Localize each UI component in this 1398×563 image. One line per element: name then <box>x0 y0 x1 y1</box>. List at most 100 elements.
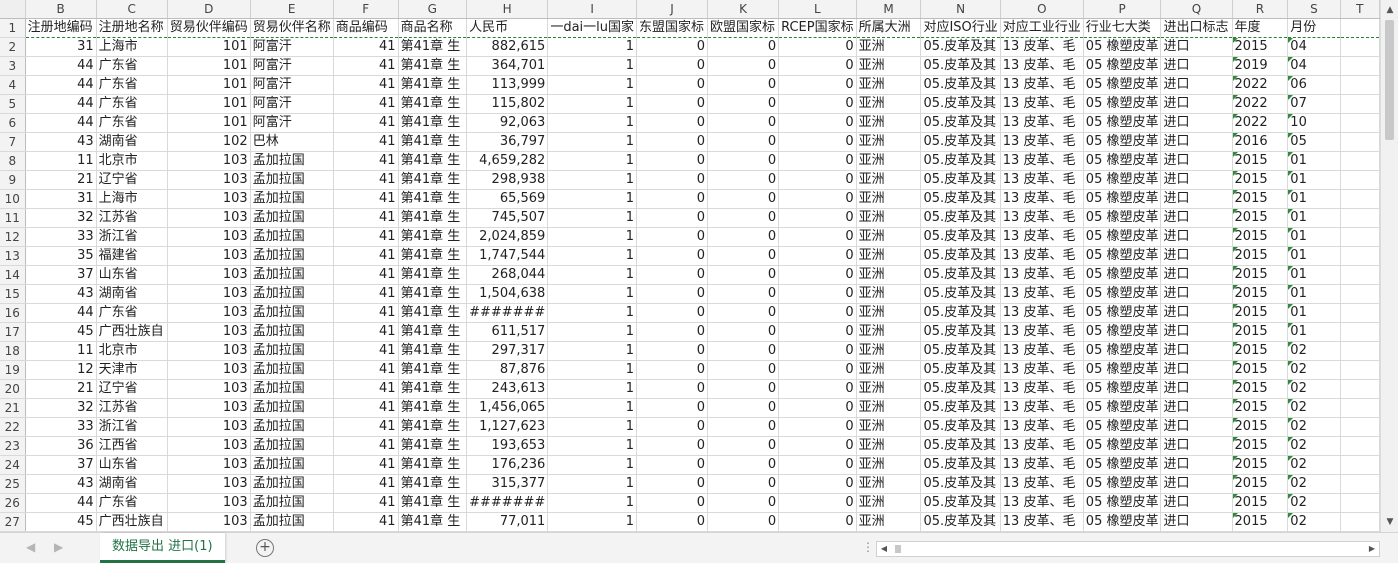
table-cell[interactable] <box>1340 360 1380 380</box>
table-cell[interactable]: 1,504,638 <box>466 284 549 304</box>
header-cell[interactable]: 贸易伙伴编码 <box>167 18 251 38</box>
table-cell[interactable]: 115,802 <box>466 94 549 114</box>
table-cell[interactable]: 1 <box>547 132 637 152</box>
table-cell[interactable]: 0 <box>707 132 780 152</box>
table-cell[interactable]: 2015 <box>1232 151 1289 171</box>
table-cell[interactable]: 02 <box>1287 512 1341 532</box>
table-cell[interactable]: 44 <box>25 493 97 513</box>
table-cell[interactable]: 13 皮革、毛 <box>1000 379 1084 399</box>
table-cell[interactable]: 87,876 <box>466 360 549 380</box>
table-cell[interactable]: 01 <box>1287 170 1341 190</box>
table-cell[interactable]: 0 <box>636 208 709 228</box>
table-cell[interactable]: 孟加拉国 <box>250 208 334 228</box>
table-cell[interactable]: 05 橡塑皮革 <box>1083 455 1162 475</box>
vertical-scroll-thumb[interactable] <box>1385 20 1394 140</box>
table-cell[interactable]: 亚洲 <box>856 75 922 95</box>
table-cell[interactable]: 0 <box>778 151 857 171</box>
table-cell[interactable]: 第41章 生 <box>398 512 468 532</box>
table-cell[interactable] <box>1340 208 1380 228</box>
column-header[interactable]: H <box>466 0 549 19</box>
row-header[interactable]: 17 <box>0 322 26 342</box>
table-cell[interactable]: 0 <box>707 379 780 399</box>
header-cell[interactable]: 商品名称 <box>398 18 468 38</box>
table-cell[interactable]: 进口 <box>1160 37 1233 57</box>
row-header[interactable]: 19 <box>0 360 26 380</box>
table-cell[interactable]: 广西壮族自 <box>96 322 168 342</box>
table-cell[interactable]: 36 <box>25 436 97 456</box>
table-cell[interactable]: 第41章 生 <box>398 417 468 437</box>
table-cell[interactable]: 05 橡塑皮革 <box>1083 512 1162 532</box>
table-cell[interactable]: 2015 <box>1232 227 1289 247</box>
table-cell[interactable]: 05.皮革及其 <box>920 189 1001 209</box>
table-cell[interactable]: 福建省 <box>96 246 168 266</box>
table-cell[interactable]: 0 <box>707 341 780 361</box>
table-cell[interactable]: 882,615 <box>466 37 549 57</box>
table-cell[interactable]: 孟加拉国 <box>250 474 334 494</box>
table-cell[interactable]: 13 皮革、毛 <box>1000 417 1084 437</box>
table-cell[interactable]: 2019 <box>1232 56 1289 76</box>
row-header[interactable]: 13 <box>0 246 26 266</box>
table-cell[interactable]: 0 <box>707 398 780 418</box>
row-header[interactable]: 26 <box>0 493 26 513</box>
table-cell[interactable]: 01 <box>1287 322 1341 342</box>
table-cell[interactable]: 05 橡塑皮革 <box>1083 113 1162 133</box>
table-cell[interactable]: 41 <box>333 94 399 114</box>
table-cell[interactable]: 0 <box>707 474 780 494</box>
table-cell[interactable]: 05.皮革及其 <box>920 37 1001 57</box>
sheet-table[interactable]: BCDEFGHIJKLMNOPQRST 1 注册地编码 注册地名称 贸易伙伴编码 贸易伙… <box>0 0 1380 532</box>
table-cell[interactable]: 05.皮革及其 <box>920 132 1001 152</box>
table-cell[interactable]: 05.皮革及其 <box>920 455 1001 475</box>
table-cell[interactable]: 103 <box>167 227 251 247</box>
table-cell[interactable]: 0 <box>707 170 780 190</box>
table-cell[interactable]: 0 <box>778 455 857 475</box>
table-cell[interactable]: 44 <box>25 303 97 323</box>
table-cell[interactable]: 0 <box>636 151 709 171</box>
table-cell[interactable]: 亚洲 <box>856 189 922 209</box>
table-cell[interactable]: 浙江省 <box>96 227 168 247</box>
table-cell[interactable]: 进口 <box>1160 284 1233 304</box>
table-cell[interactable]: 05 橡塑皮革 <box>1083 341 1162 361</box>
table-cell[interactable]: 41 <box>333 208 399 228</box>
table-cell[interactable]: 13 皮革、毛 <box>1000 284 1084 304</box>
table-cell[interactable]: 巴林 <box>250 132 334 152</box>
table-cell[interactable]: 1 <box>547 322 637 342</box>
table-cell[interactable]: 07 <box>1287 94 1341 114</box>
table-cell[interactable]: 进口 <box>1160 303 1233 323</box>
table-cell[interactable]: 孟加拉国 <box>250 379 334 399</box>
table-cell[interactable] <box>1340 417 1380 437</box>
row-header[interactable]: 27 <box>0 512 26 532</box>
table-cell[interactable]: 亚洲 <box>856 132 922 152</box>
table-cell[interactable]: 0 <box>778 398 857 418</box>
table-cell[interactable]: 45 <box>25 322 97 342</box>
table-cell[interactable] <box>1340 189 1380 209</box>
header-cell[interactable]: 贸易伙伴名称 <box>250 18 334 38</box>
table-cell[interactable]: 04 <box>1287 56 1341 76</box>
table-cell[interactable]: 0 <box>778 132 857 152</box>
header-cell[interactable]: 年度 <box>1232 18 1289 38</box>
table-cell[interactable]: 亚洲 <box>856 94 922 114</box>
table-cell[interactable]: 广东省 <box>96 56 168 76</box>
header-cell[interactable]: 所属大洲 <box>856 18 922 38</box>
table-cell[interactable]: 北京市 <box>96 151 168 171</box>
table-cell[interactable]: 进口 <box>1160 417 1233 437</box>
header-cell[interactable]: 行业七大类 <box>1083 18 1162 38</box>
table-cell[interactable]: 孟加拉国 <box>250 170 334 190</box>
table-cell[interactable]: 103 <box>167 151 251 171</box>
table-cell[interactable]: 2015 <box>1232 436 1289 456</box>
table-cell[interactable]: 05.皮革及其 <box>920 227 1001 247</box>
table-cell[interactable]: 亚洲 <box>856 322 922 342</box>
table-cell[interactable]: 101 <box>167 113 251 133</box>
column-header[interactable]: S <box>1287 0 1341 19</box>
table-cell[interactable]: 1 <box>547 94 637 114</box>
table-cell[interactable]: 第41章 生 <box>398 474 468 494</box>
table-cell[interactable]: 亚洲 <box>856 246 922 266</box>
table-cell[interactable]: 进口 <box>1160 398 1233 418</box>
table-cell[interactable]: 05 橡塑皮革 <box>1083 284 1162 304</box>
table-cell[interactable] <box>1340 284 1380 304</box>
table-cell[interactable]: 05.皮革及其 <box>920 208 1001 228</box>
table-cell[interactable]: 2022 <box>1232 75 1289 95</box>
table-cell[interactable]: 43 <box>25 132 97 152</box>
table-cell[interactable]: 05 橡塑皮革 <box>1083 379 1162 399</box>
table-cell[interactable]: 01 <box>1287 284 1341 304</box>
table-cell[interactable]: 41 <box>333 474 399 494</box>
